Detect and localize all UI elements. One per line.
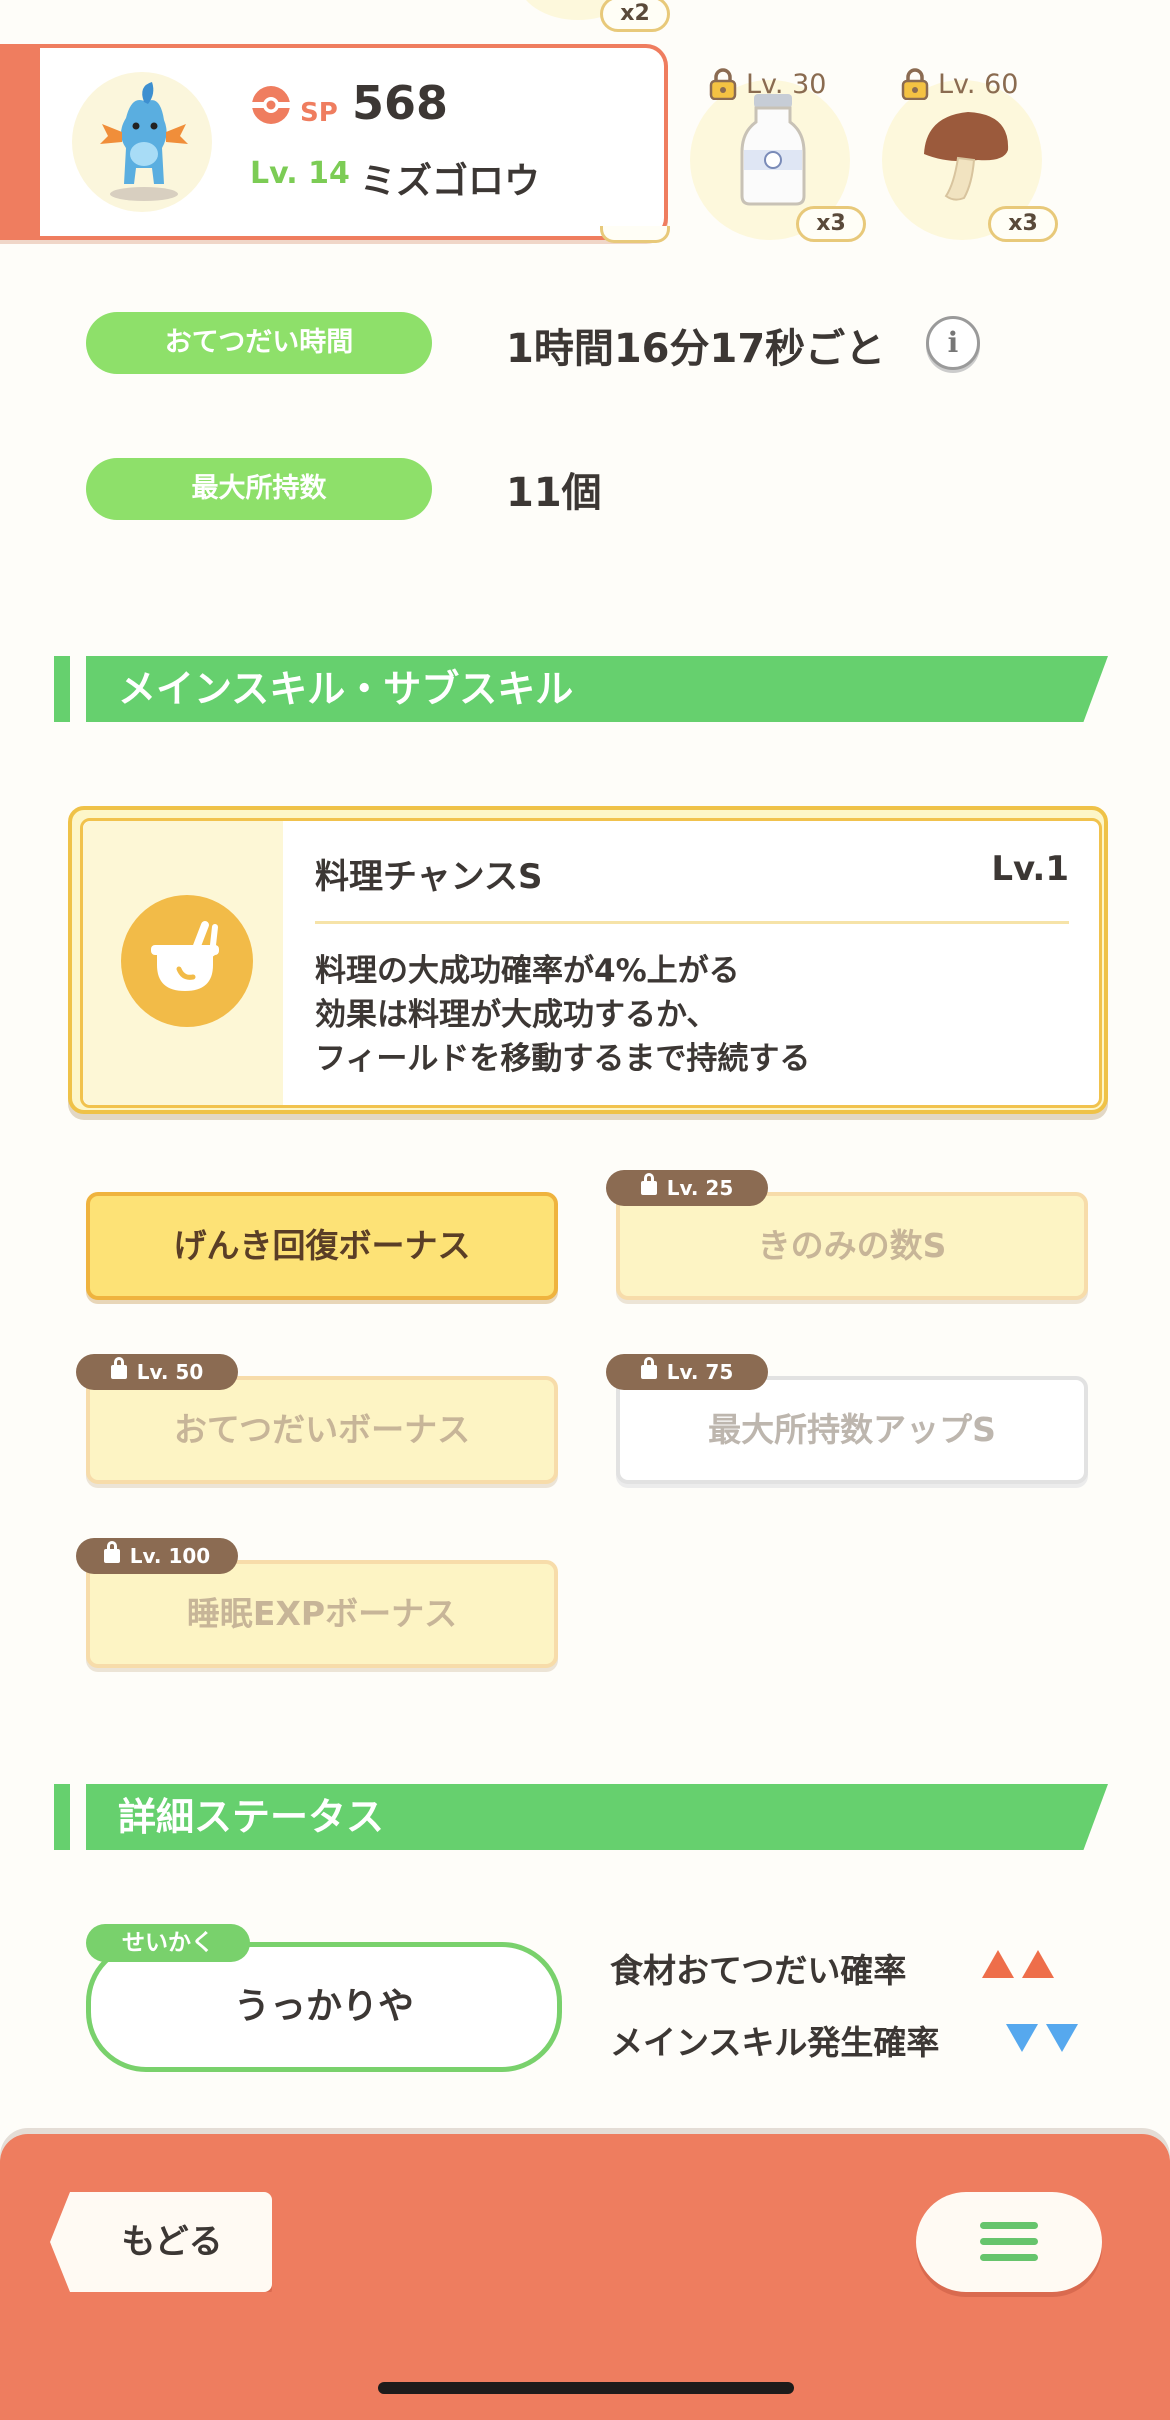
sub-skill-sleep-exp-bonus[interactable]: 睡眠EXPボーナス xyxy=(86,1560,558,1668)
main-skill-icon-area xyxy=(83,821,283,1105)
ingredient-quantity-lv60: x3 xyxy=(988,206,1058,242)
description-line: 料理の大成功確率が4%上がる xyxy=(315,953,740,989)
main-skill-description: 料理の大成功確率が4%上がる 効果は料理が大成功するか、 フィールドを移動するま… xyxy=(315,949,810,1081)
skills-section-header: メインスキル・サブスキル xyxy=(54,656,1108,722)
main-skill-inner: 料理チャンスS Lv.1 料理の大成功確率が4%上がる 効果は料理が大成功するか… xyxy=(80,818,1102,1108)
max-carry-label: 最大所持数 xyxy=(86,458,432,520)
skills-section-title: メインスキル・サブスキル xyxy=(118,667,574,711)
description-line: 効果は料理が大成功するか、 xyxy=(315,997,718,1033)
ingredient-lock-level: Lv. 60 xyxy=(938,68,1019,100)
lock-level: Lv. 50 xyxy=(136,1360,204,1384)
home-indicator[interactable] xyxy=(378,2382,794,2394)
pokemon-card[interactable]: SP 568 Lv. 14 ミズゴロウ xyxy=(0,44,668,240)
description-line: フィールドを移動するまで持続する xyxy=(315,1041,811,1077)
sub-skill-helping-bonus[interactable]: おてつだいボーナス xyxy=(86,1376,558,1484)
sub-skill-lock-tag: Lv. 50 xyxy=(76,1354,238,1390)
cooking-pot-icon xyxy=(121,895,253,1027)
lock-level: Lv. 100 xyxy=(129,1544,211,1568)
ingredient-lock-lv60: Lv. 60 xyxy=(900,68,1018,100)
back-button-label: もどる xyxy=(121,2222,223,2262)
milk-bottle-icon xyxy=(740,94,806,206)
lock-icon xyxy=(640,1173,657,1195)
lock-icon xyxy=(110,1357,127,1379)
mushroom-icon xyxy=(924,112,1009,201)
pokemon-avatar xyxy=(72,72,212,212)
sub-skill-lock-tag: Lv. 25 xyxy=(606,1170,768,1206)
ingredient-quantity-lv30: x3 xyxy=(796,206,866,242)
info-icon[interactable]: i xyxy=(926,316,980,370)
sp-value: 568 xyxy=(352,76,449,130)
card-accent-stripe xyxy=(0,48,40,236)
sub-skill-health-recovery-bonus[interactable]: げんき回復ボーナス xyxy=(86,1192,558,1300)
skill-divider xyxy=(315,921,1069,924)
lock-icon xyxy=(103,1541,120,1563)
lock-icon xyxy=(709,68,737,100)
pokemon-name: ミズゴロウ xyxy=(360,161,541,202)
pokemon-level: Lv. 14 xyxy=(250,156,350,191)
help-time-label: おてつだい時間 xyxy=(86,312,432,374)
sub-skill-lock-tag: Lv. 75 xyxy=(606,1354,768,1390)
sp-label: SP xyxy=(300,98,338,128)
lock-level: Lv. 75 xyxy=(666,1360,734,1384)
down-arrow-icon xyxy=(1046,2024,1078,2052)
status-section-title: 詳細ステータス xyxy=(118,1795,385,1839)
down-arrow-icon xyxy=(1006,2024,1038,2052)
lock-icon xyxy=(901,68,929,100)
section-tick xyxy=(54,656,70,722)
main-skill-name: 料理チャンスS xyxy=(315,857,543,897)
main-skill-level: Lv.1 xyxy=(991,849,1069,889)
lock-icon xyxy=(640,1357,657,1379)
menu-button[interactable] xyxy=(916,2192,1102,2292)
help-time-value: 1時間16分17秒ごと xyxy=(506,326,886,372)
top-quantity-badge: x2 xyxy=(600,0,670,32)
sub-skill-berry-finding[interactable]: きのみの数S xyxy=(616,1192,1088,1300)
status-section-header: 詳細ステータス xyxy=(54,1784,1108,1850)
card-tab-edge xyxy=(600,226,670,243)
lock-level: Lv. 25 xyxy=(666,1176,734,1200)
sub-skill-lock-tag: Lv. 100 xyxy=(76,1538,238,1574)
nature-effect-up-label: 食材おてつだい確率 xyxy=(610,1951,907,1990)
mudkip-icon xyxy=(100,82,188,201)
pokeball-icon xyxy=(252,86,290,124)
up-arrow-icon xyxy=(1022,1950,1054,1978)
up-arrow-icon xyxy=(982,1950,1014,1978)
nature-tag: せいかく xyxy=(86,1924,250,1962)
nature-effect-down-label: メインスキル発生確率 xyxy=(610,2023,940,2062)
section-tick xyxy=(54,1784,70,1850)
sub-skill-inventory-up[interactable]: 最大所持数アップS xyxy=(616,1376,1088,1484)
main-skill-card[interactable]: 料理チャンスS Lv.1 料理の大成功確率が4%上がる 効果は料理が大成功するか… xyxy=(68,806,1108,1114)
back-button[interactable]: もどる xyxy=(50,2192,272,2292)
max-carry-value: 11個 xyxy=(506,470,602,516)
